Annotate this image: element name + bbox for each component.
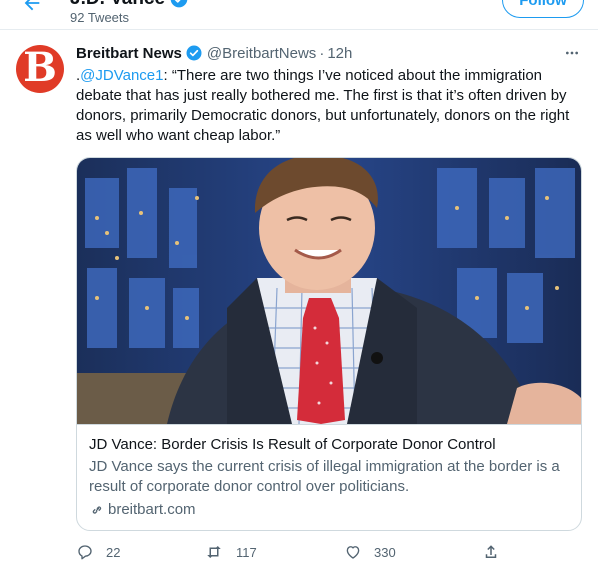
tweet[interactable]: B Breitbart News @BreitbartNews · 12h .@… (0, 31, 598, 574)
reply-button[interactable]: 22 (76, 543, 120, 561)
reply-count: 22 (106, 544, 121, 560)
verified-badge-icon (185, 44, 203, 62)
more-options-button[interactable] (562, 43, 582, 63)
heart-icon (346, 546, 360, 559)
link-icon (92, 506, 102, 514)
breitbart-logo-letter: B (23, 44, 57, 91)
reply-icon (78, 545, 92, 560)
author-name[interactable]: Breitbart News (76, 45, 182, 62)
profile-name: J.D. Vance (70, 0, 189, 10)
link-card[interactable]: JD Vance: Border Crisis Is Result of Cor… (76, 157, 582, 531)
arrow-left-icon (24, 0, 40, 11)
verified-badge-icon (169, 0, 189, 9)
card-description: JD Vance says the current crisis of ille… (89, 458, 560, 495)
retweet-icon (207, 546, 221, 558)
tweet-text: .@JDVance1: “There are two things I’ve n… (76, 66, 576, 146)
share-icon (485, 545, 497, 558)
avatar[interactable]: B (16, 45, 64, 93)
mention-link[interactable]: @JDVance1 (80, 67, 163, 84)
tweet-timestamp[interactable]: 12h (327, 45, 352, 62)
card-body: JD Vance: Border Crisis Is Result of Cor… (77, 424, 581, 530)
tweet-header: Breitbart News @BreitbartNews · 12h (76, 44, 352, 62)
follow-button[interactable]: Follow (502, 0, 584, 18)
tweet-actions: 22 117 330 (76, 543, 506, 563)
card-domain-text: breitbart.com (108, 501, 196, 518)
share-button[interactable] (482, 543, 500, 561)
profile-name-text: J.D. Vance (70, 0, 165, 10)
like-button[interactable]: 330 (344, 543, 396, 561)
tweet-count: 92 Tweets (70, 10, 130, 25)
author-handle[interactable]: @BreitbartNews (207, 45, 316, 62)
card-image (77, 158, 581, 424)
card-title: JD Vance: Border Crisis Is Result of Cor… (89, 436, 496, 453)
card-domain: breitbart.com (89, 500, 569, 520)
retweet-button[interactable]: 117 (204, 543, 257, 561)
separator-dot: · (319, 44, 325, 62)
profile-header: J.D. Vance 92 Tweets Follow (0, 0, 598, 30)
more-dots-icon (566, 51, 578, 55)
like-count: 330 (374, 544, 396, 560)
back-button[interactable] (17, 0, 47, 18)
retweet-count: 117 (236, 544, 257, 560)
